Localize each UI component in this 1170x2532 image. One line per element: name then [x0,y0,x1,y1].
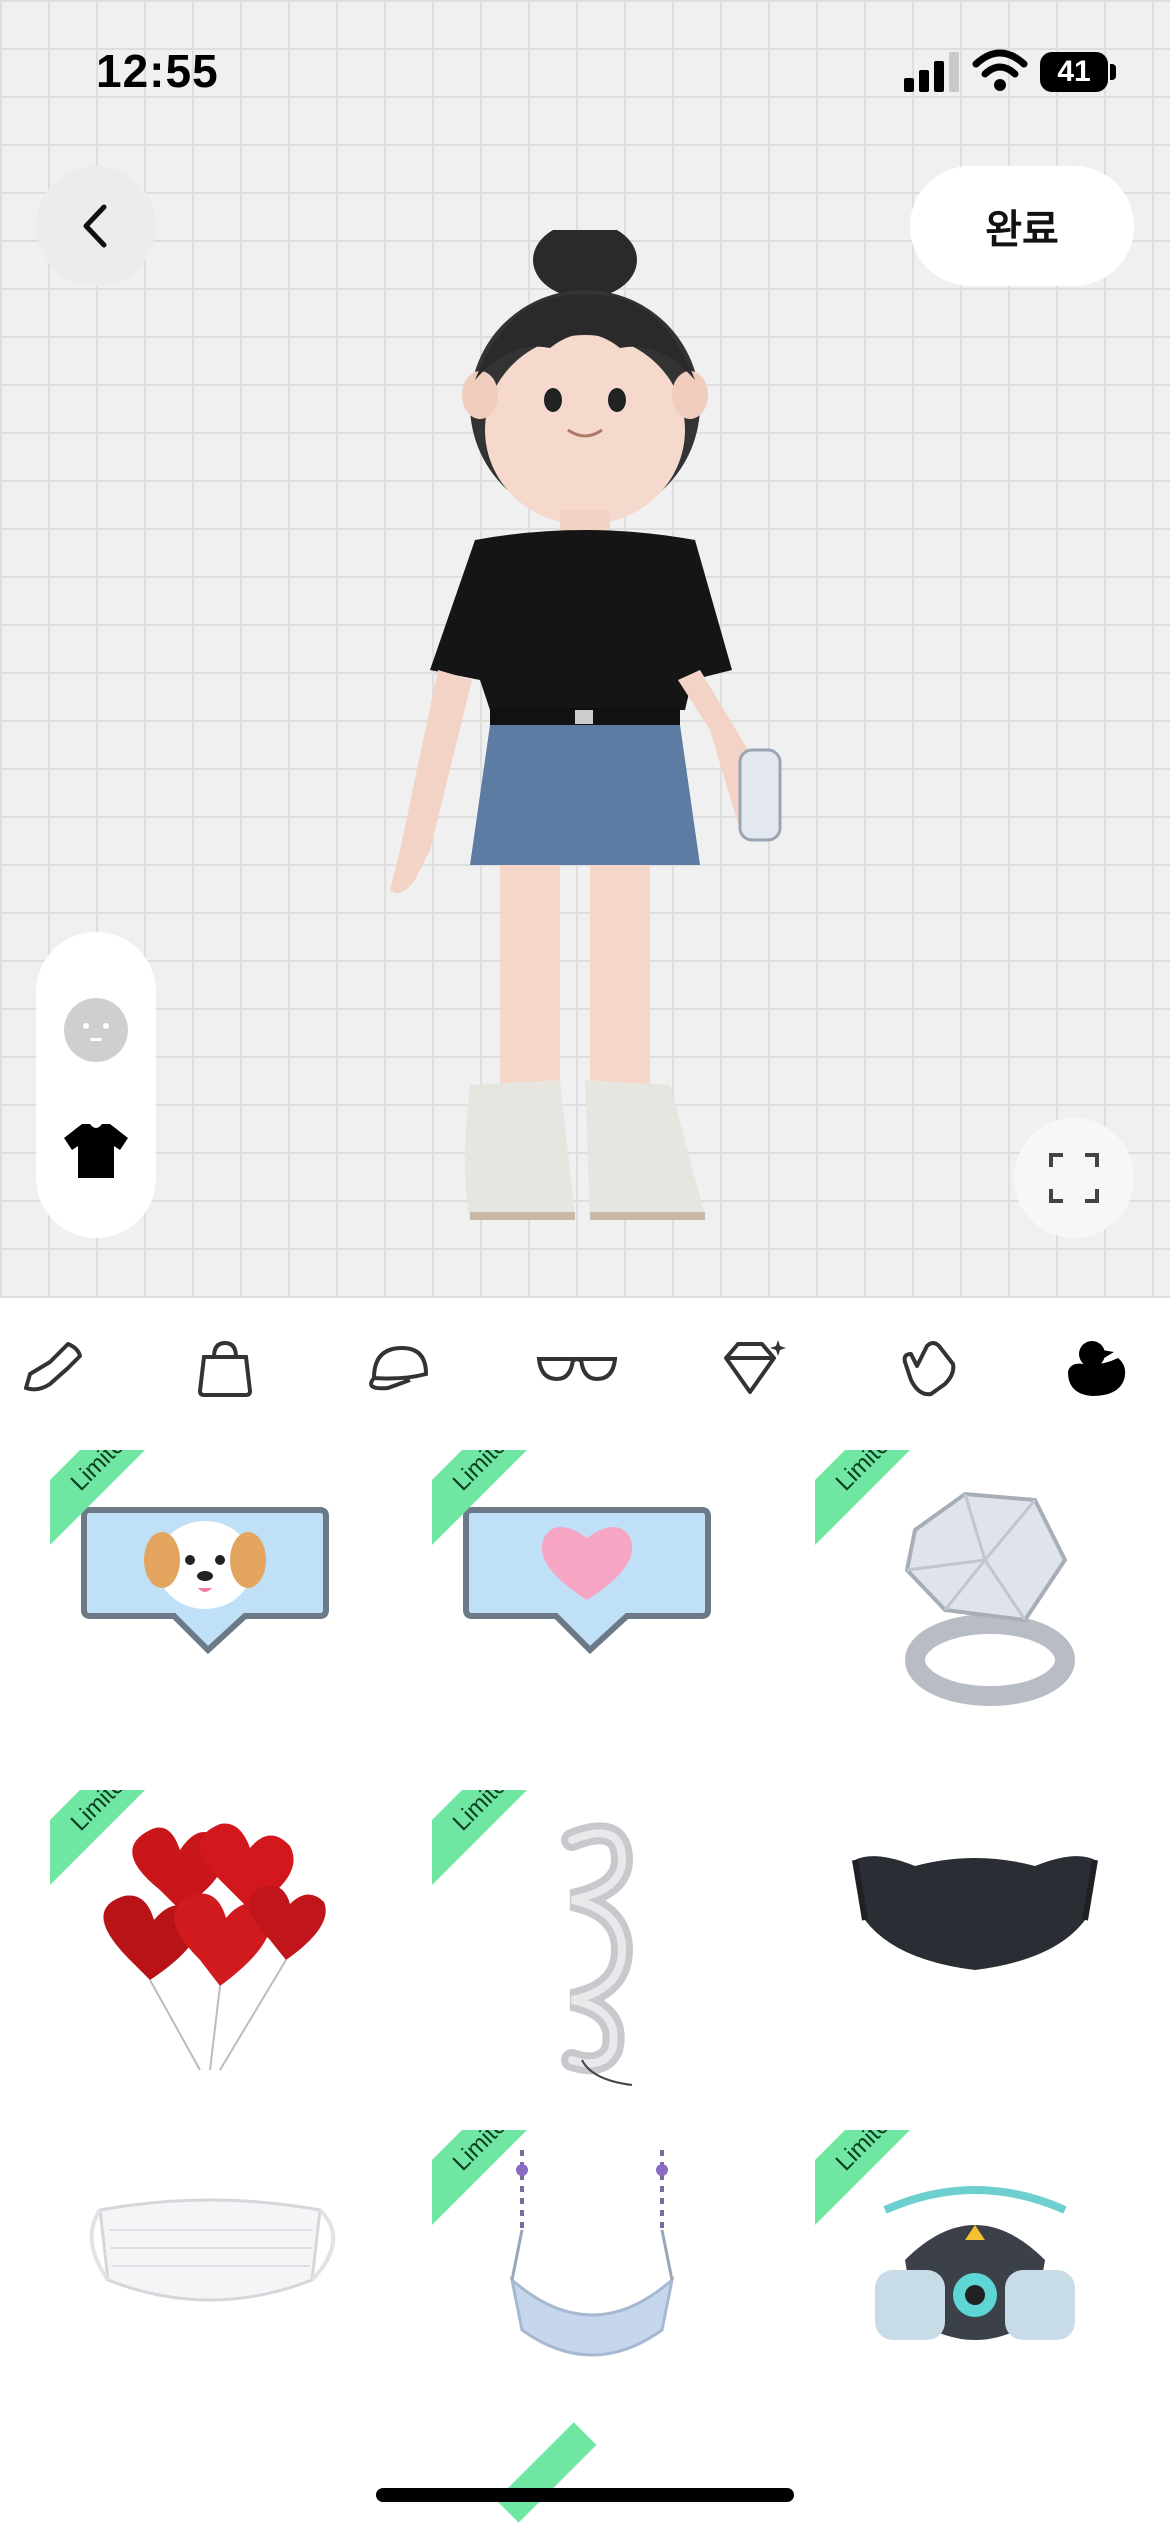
tab-glasses[interactable] [532,1328,622,1408]
white-mask-icon [89,2198,336,2302]
tab-accessories[interactable] [1052,1328,1142,1408]
item-dog-speech-bubble[interactable]: Limited free trial [50,1450,370,1750]
bag-icon [197,1340,253,1397]
black-mask-icon [852,1856,1098,1970]
face-mode-icon[interactable] [62,996,130,1064]
battery-tip [1110,64,1116,80]
item-heart-balloons[interactable]: Limited free trial [50,1790,370,2090]
glove-icon [902,1341,956,1397]
status-time: 12:55 [96,45,219,97]
cellular-signal-icon [904,52,959,92]
item-hanging-mask[interactable]: Limited free trial [432,2130,752,2430]
item-gas-mask[interactable]: Limited free trial [815,2130,1135,2430]
glasses-icon [536,1357,618,1382]
item-diamond-ring[interactable]: Limited free trial [815,1450,1135,1750]
fullscreen-button[interactable] [1014,1118,1134,1238]
battery-indicator: 41 [1040,52,1108,92]
tab-hat[interactable] [355,1328,445,1408]
chevron-left-icon [83,204,107,248]
outfit-mode-icon[interactable] [62,1116,130,1184]
duck-icon [1068,1341,1126,1396]
next-row-badge-peek [496,2422,597,2523]
avatar-stage[interactable]: 12:55 41 완료 [0,0,1170,1298]
home-indicator[interactable] [376,2488,794,2502]
item-white-mask[interactable] [50,2130,370,2430]
back-button[interactable] [36,166,156,286]
mode-switcher [36,932,156,1238]
category-tabs [0,1298,1170,1440]
tab-jewelry[interactable] [708,1328,798,1408]
gem-icon [724,1340,786,1394]
wifi-icon [972,49,1028,91]
cap-icon [369,1345,429,1391]
fullscreen-icon [1049,1153,1099,1203]
avatar-figure [390,230,782,1220]
item-black-mask[interactable] [815,1790,1135,2090]
battery-level: 41 [1057,55,1091,88]
item-2023-balloon[interactable]: Limited free trial [432,1790,752,2090]
shoes-icon [24,1342,82,1392]
tab-bag[interactable] [180,1328,270,1408]
tab-shoes[interactable] [10,1328,100,1408]
tab-gloves[interactable] [884,1328,974,1408]
done-button[interactable]: 완료 [910,166,1134,286]
item-heart-speech-bubble[interactable]: Limited free trial [432,1450,752,1750]
status-bar: 12:55 41 [0,0,1170,140]
